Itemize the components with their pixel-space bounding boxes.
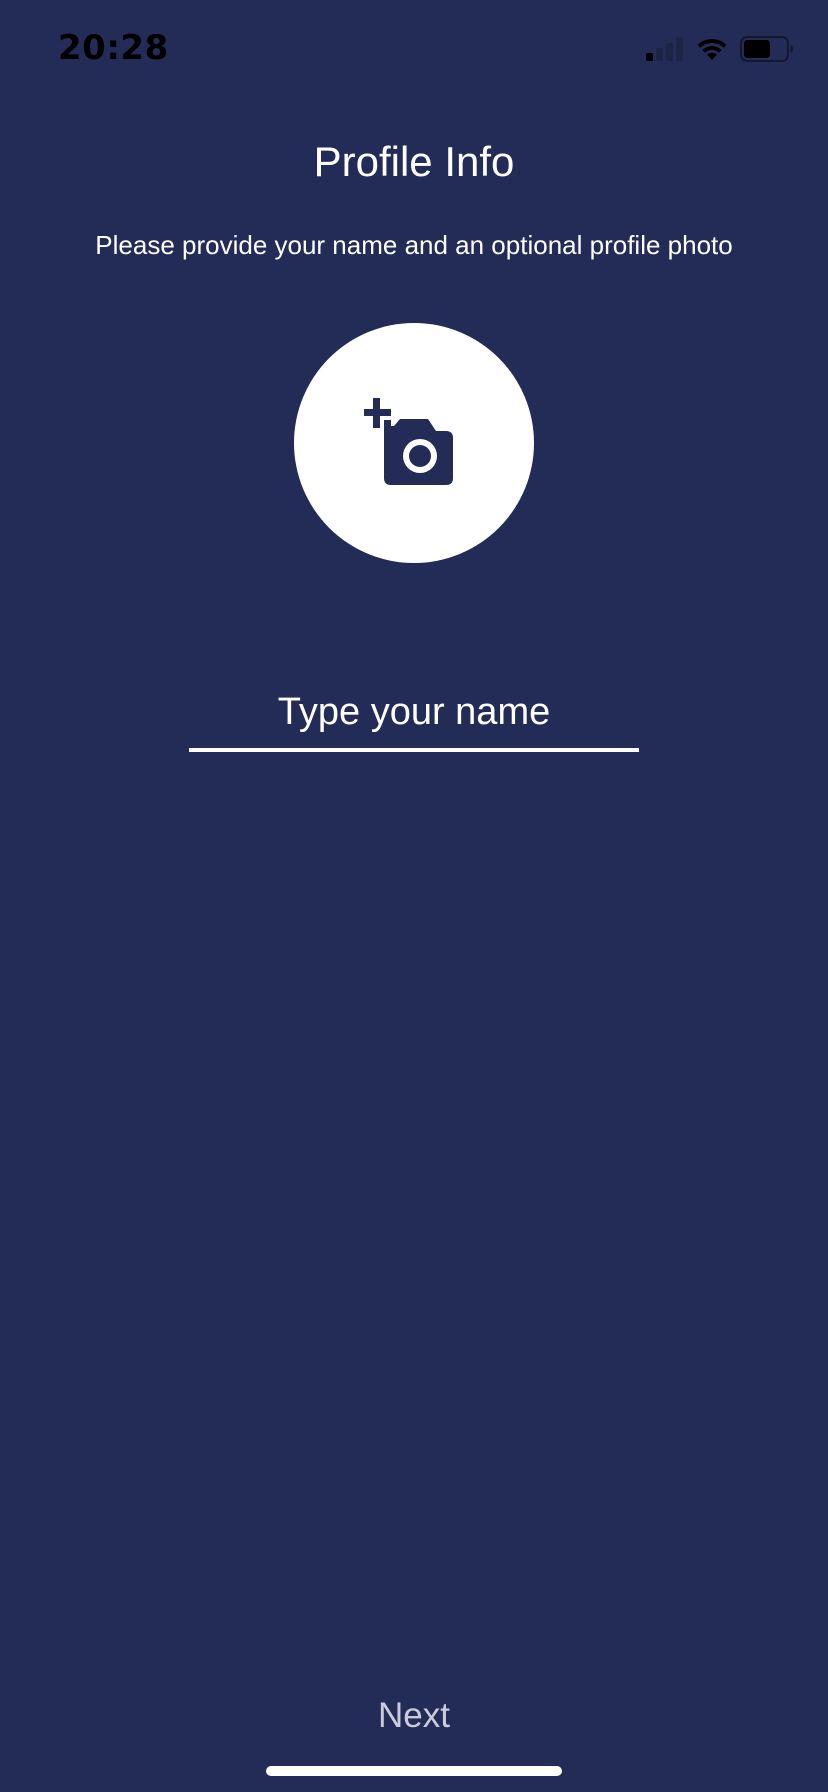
add-profile-photo-button[interactable] <box>294 323 534 563</box>
name-input[interactable] <box>189 676 639 752</box>
page-title: Profile Info <box>313 138 515 185</box>
status-time: 20:28 <box>58 28 169 68</box>
status-icons <box>646 36 794 67</box>
cellular-signal-icon <box>646 37 684 66</box>
home-indicator <box>266 1766 562 1776</box>
page-subtitle: Please provide your name and an optional… <box>95 230 733 260</box>
wifi-icon <box>696 37 728 66</box>
battery-icon <box>740 36 794 67</box>
add-photo-camera-icon <box>362 396 464 491</box>
next-button[interactable]: Next <box>314 1686 514 1746</box>
status-bar: 20:28 <box>0 0 828 100</box>
